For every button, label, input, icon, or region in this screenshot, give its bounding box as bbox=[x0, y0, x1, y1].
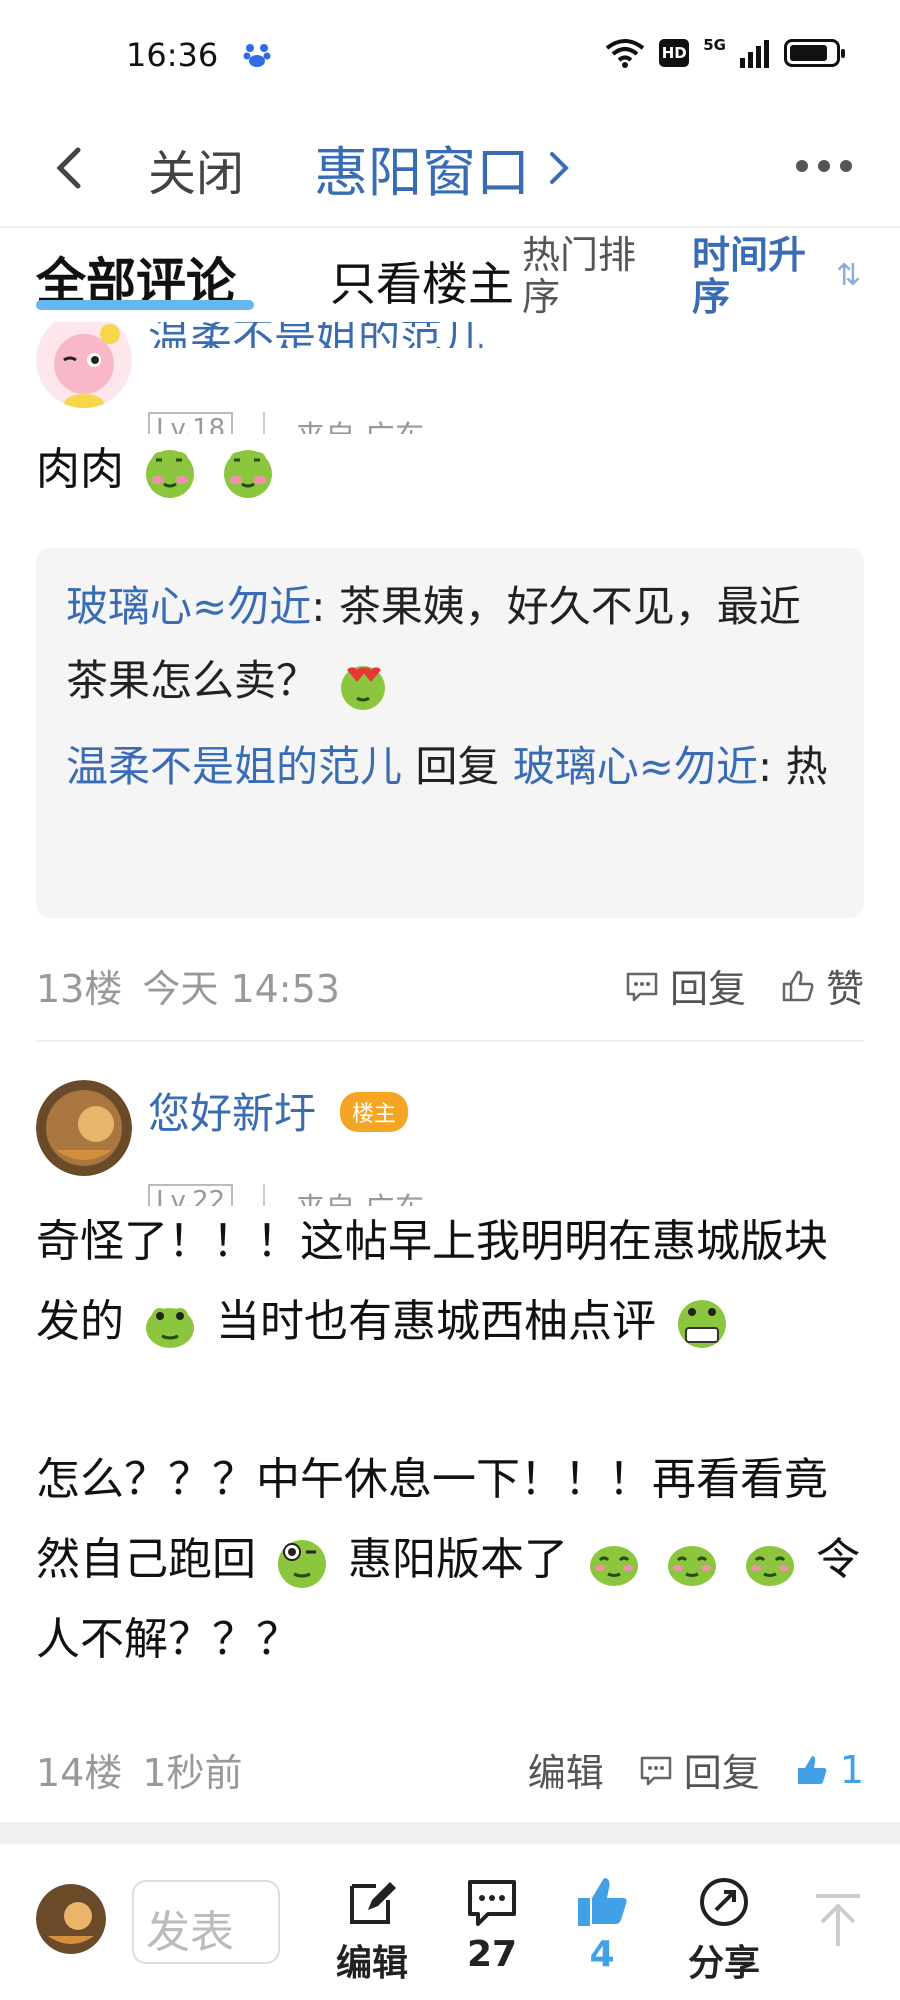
floor-info: 14楼 1秒前 bbox=[36, 1742, 243, 1797]
like-action[interactable]: 4 bbox=[552, 1874, 652, 1975]
avatar[interactable] bbox=[36, 312, 132, 408]
status-icons: HD 5G bbox=[605, 36, 845, 68]
forum-title-link[interactable]: 惠阳窗口 bbox=[314, 128, 574, 207]
status-time: 16:36 bbox=[126, 36, 219, 74]
comment-body-paragraph: 怎么？？？中午休息一下！！！再看看竟然自己跑回 惠阳版本了 令人不解？？？ bbox=[36, 1440, 866, 1680]
action-buttons: 回复 赞 bbox=[624, 958, 864, 1013]
thumbs-up-filled-icon bbox=[578, 1878, 627, 1926]
thumbs-up-filled-icon bbox=[797, 1755, 827, 1784]
share-icon bbox=[700, 1878, 748, 1926]
edit-button[interactable]: 编辑 bbox=[528, 1742, 604, 1797]
content-frog-emoji-icon bbox=[746, 1546, 794, 1586]
shy-frog-emoji-icon bbox=[224, 450, 272, 498]
active-tab-indicator bbox=[36, 300, 254, 310]
hd-badge: HD bbox=[659, 39, 690, 67]
share-action[interactable]: 分享 bbox=[674, 1874, 774, 1986]
photo-avatar-icon bbox=[36, 1080, 132, 1176]
like-count: 1 bbox=[839, 1747, 864, 1792]
comment-bubble-icon bbox=[468, 1880, 516, 1926]
like-label: 赞 bbox=[825, 967, 864, 1011]
floor-info: 13楼 今天 14:53 bbox=[36, 958, 340, 1013]
chevron-right-icon bbox=[550, 151, 569, 184]
reply-colon: : bbox=[757, 742, 773, 791]
comment-body: 肉肉 bbox=[36, 430, 866, 510]
reply-text: 热 bbox=[785, 742, 828, 791]
action-buttons: 编辑 回复 1 bbox=[528, 1742, 864, 1797]
content-frog-emoji-icon bbox=[590, 1546, 638, 1586]
tab-only-op[interactable]: 只看楼主 bbox=[330, 248, 514, 314]
reply-label: 回复 bbox=[669, 967, 746, 1011]
sub-reply: 温柔不是姐的范儿 回复 玻璃心≈勿近: 热 bbox=[66, 730, 834, 804]
comment-actions: 14楼 1秒前 编辑 回复 1 bbox=[36, 1742, 864, 1796]
thumbs-up-icon bbox=[782, 970, 814, 1001]
smirk-frog-emoji-icon bbox=[146, 1308, 194, 1348]
avatar[interactable] bbox=[36, 1080, 132, 1176]
comment-text: 当时也有惠城西柚点评 bbox=[216, 1296, 656, 1347]
sort-toggle-icon[interactable]: ⇅ bbox=[836, 258, 861, 293]
shy-frog-emoji-icon bbox=[146, 450, 194, 498]
username[interactable]: 您好新圩 bbox=[148, 1080, 316, 1141]
more-menu-icon[interactable] bbox=[796, 146, 860, 186]
content-frog-emoji-icon bbox=[668, 1546, 716, 1586]
reply-target[interactable]: 玻璃心≈勿近 bbox=[513, 742, 758, 791]
reply-verb: 回复 bbox=[415, 742, 500, 791]
reply-colon: : bbox=[311, 582, 326, 631]
baidu-paw-icon bbox=[243, 44, 271, 67]
sub-reply: 玻璃心≈勿近: 茶果姨，好久不见，最近茶果怎么卖？ bbox=[66, 570, 834, 718]
comment-divider bbox=[36, 1040, 864, 1042]
photo-avatar-icon bbox=[36, 1884, 106, 1954]
reply-author[interactable]: 玻璃心≈勿近 bbox=[66, 582, 311, 631]
section-gap bbox=[0, 1822, 900, 1844]
nav-bar: 关闭 惠阳窗口 bbox=[0, 110, 900, 228]
op-badge: 楼主 bbox=[340, 1092, 409, 1132]
sort-time-option[interactable]: 时间升序 bbox=[692, 234, 822, 318]
like-count: 4 bbox=[589, 1934, 615, 1975]
comment-body-paragraph: 奇怪了！！！这帖早上我明明在惠城版块发的 当时也有惠城西柚点评 bbox=[36, 1202, 866, 1362]
post-comment-input[interactable]: 发表 bbox=[132, 1880, 280, 1964]
wink-frog-emoji-icon bbox=[278, 1540, 326, 1588]
back-to-top-icon[interactable] bbox=[812, 1890, 864, 1950]
comments-action[interactable]: 27 bbox=[442, 1874, 542, 1975]
comment-count: 27 bbox=[466, 1934, 518, 1975]
edit-label: 编辑 bbox=[335, 1943, 408, 1984]
battery-icon bbox=[784, 39, 845, 67]
my-avatar[interactable] bbox=[36, 1884, 106, 1954]
sub-reply-box[interactable]: 玻璃心≈勿近: 茶果姨，好久不见，最近茶果怎么卖？ 温柔不是姐的范儿 回复 玻璃… bbox=[36, 548, 864, 918]
forum-title: 惠阳窗口 bbox=[314, 141, 530, 204]
status-bar: 16:36 HD 5G bbox=[0, 0, 900, 110]
comment-actions: 13楼 今天 14:53 回复 赞 bbox=[36, 958, 864, 1011]
edit-action[interactable]: 编辑 bbox=[322, 1874, 422, 1986]
like-button[interactable]: 1 bbox=[794, 1748, 864, 1792]
share-label: 分享 bbox=[687, 1943, 760, 1984]
floor-number: 13楼 bbox=[36, 967, 123, 1011]
post-time: 1秒前 bbox=[142, 1751, 243, 1795]
comment-text: 惠阳版本了 bbox=[348, 1534, 568, 1585]
close-button[interactable]: 关闭 bbox=[148, 134, 244, 204]
reply-button[interactable]: 回复 bbox=[638, 1742, 760, 1797]
cartoon-girl-avatar-icon bbox=[36, 312, 132, 408]
signal-icon bbox=[740, 40, 769, 68]
bottom-toolbar: 发表 编辑 27 4 分享 bbox=[0, 1844, 900, 2000]
back-arrow-icon[interactable] bbox=[44, 138, 94, 198]
comment-text: 肉肉 bbox=[36, 444, 124, 495]
comment-filter-bar: 全部评论 只看楼主 热门排序 时间升序 ⇅ bbox=[0, 228, 900, 322]
reply-button[interactable]: 回复 bbox=[624, 958, 746, 1013]
comment-bubble-icon bbox=[640, 1756, 672, 1785]
sort-hot-option[interactable]: 热门排序 bbox=[522, 234, 652, 318]
wifi-icon bbox=[606, 39, 645, 68]
heart-eyes-frog-emoji-icon bbox=[341, 665, 386, 710]
reply-author[interactable]: 温柔不是姐的范儿 bbox=[66, 742, 402, 791]
edit-pencil-icon bbox=[350, 1882, 396, 1924]
comment-bubble-icon bbox=[626, 972, 658, 1001]
post-time: 今天 14:53 bbox=[142, 967, 340, 1011]
reply-label: 回复 bbox=[683, 1751, 760, 1795]
like-button[interactable]: 赞 bbox=[780, 958, 864, 1013]
battery-level bbox=[790, 45, 827, 61]
floor-number: 14楼 bbox=[36, 1751, 123, 1795]
network-type: 5G bbox=[703, 36, 726, 54]
support-frog-emoji-icon bbox=[678, 1300, 726, 1348]
